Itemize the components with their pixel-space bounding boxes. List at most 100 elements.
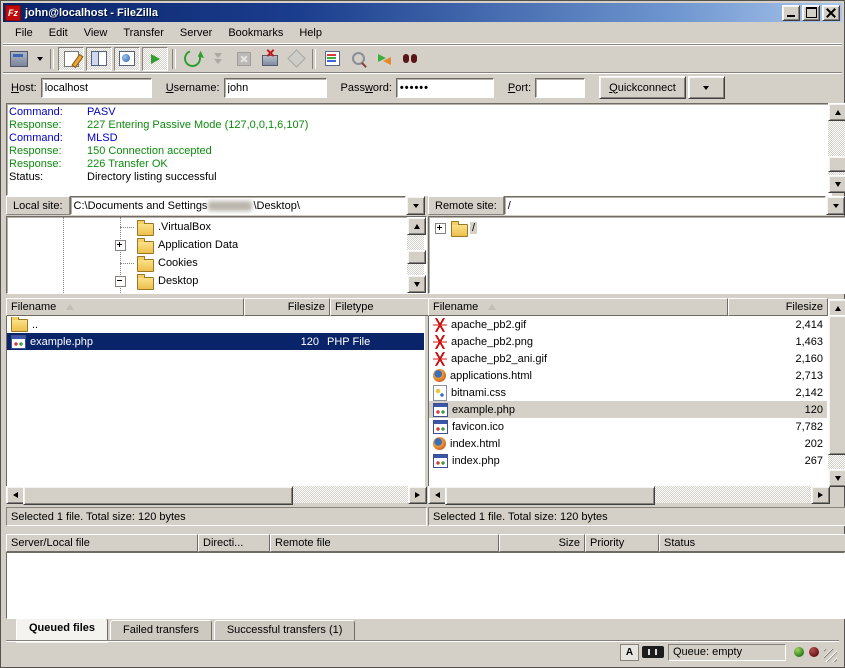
tab-queued-files[interactable]: Queued files xyxy=(16,618,108,641)
quickconnect-dropdown-button[interactable] xyxy=(688,76,725,99)
sort-ascending-icon xyxy=(66,304,74,310)
toggle-transfer-queue-button[interactable] xyxy=(142,47,168,71)
file-row[interactable]: apache_pb2_ani.gif2,160 xyxy=(429,350,827,367)
expand-icon[interactable] xyxy=(115,240,126,251)
toggle-remote-tree-button[interactable] xyxy=(114,47,140,71)
file-row[interactable]: apache_pb2.png1,463 xyxy=(429,333,827,350)
file-row-example-php[interactable]: example.php 120 PHP File 1 xyxy=(7,333,424,350)
column-header-filename[interactable]: Filename xyxy=(428,298,728,316)
expand-icon[interactable] xyxy=(435,223,446,234)
folder-icon xyxy=(451,224,468,237)
scroll-down-button[interactable] xyxy=(407,275,426,293)
local-tree-scrollbar[interactable] xyxy=(407,217,424,291)
column-header-filesize[interactable]: Filesize xyxy=(244,298,330,316)
tree-item-virtualbox[interactable]: .VirtualBox xyxy=(7,218,408,236)
scroll-down-button[interactable] xyxy=(828,469,845,487)
username-input[interactable] xyxy=(224,78,327,98)
password-input[interactable] xyxy=(396,78,494,98)
tab-failed-transfers[interactable]: Failed transfers xyxy=(110,620,212,641)
find-files-button[interactable] xyxy=(398,48,422,70)
directory-comparison-button[interactable] xyxy=(346,48,370,70)
column-header-filetype[interactable]: Filetype xyxy=(330,298,444,316)
toggle-local-tree-button[interactable] xyxy=(86,47,112,71)
scroll-up-button[interactable] xyxy=(407,217,426,235)
local-site-combo[interactable]: C:\Documents and Settings\Desktop\ xyxy=(70,196,406,215)
port-input[interactable] xyxy=(535,78,585,98)
scrollbar-thumb[interactable] xyxy=(407,250,426,264)
toggle-message-log-button[interactable] xyxy=(58,47,84,71)
log-entry: Command:PASV xyxy=(9,106,831,119)
refresh-button[interactable] xyxy=(180,48,204,70)
folder-icon xyxy=(137,277,154,290)
redacted-username xyxy=(208,201,252,211)
scrollbar-thumb[interactable] xyxy=(828,315,845,455)
remote-list-scrollbar[interactable] xyxy=(828,299,845,486)
local-list-hscrollbar[interactable] xyxy=(6,486,425,503)
minimize-button[interactable] xyxy=(782,5,800,21)
column-header-server-local-file[interactable]: Server/Local file xyxy=(6,534,198,552)
tree-item-application-data[interactable]: Application Data xyxy=(7,236,408,254)
column-header-size[interactable]: Size xyxy=(499,534,585,552)
maximize-button[interactable] xyxy=(802,5,820,21)
directory-filters-button[interactable] xyxy=(320,48,344,70)
disconnect-button[interactable] xyxy=(258,48,282,70)
log-entry: Response:227 Entering Passive Mode (127,… xyxy=(9,119,831,132)
scroll-right-button[interactable] xyxy=(811,486,830,504)
remote-site-combo[interactable]: / xyxy=(504,196,826,215)
cancel-operation-button[interactable] xyxy=(232,48,256,70)
quickconnect-bar: Host: Username: Password: Port: Quickcon… xyxy=(3,72,842,102)
file-row[interactable]: index.html202 xyxy=(429,435,827,452)
column-header-status[interactable]: Status xyxy=(659,534,845,552)
scrollbar-thumb[interactable] xyxy=(23,486,293,505)
remote-site-dropdown[interactable] xyxy=(826,196,845,215)
file-row[interactable]: favicon.ico7,782 xyxy=(429,418,827,435)
tree-item-root[interactable]: / xyxy=(429,219,828,237)
close-button[interactable] xyxy=(822,5,840,21)
file-row[interactable]: applications.html2,713 xyxy=(429,367,827,384)
scroll-right-button[interactable] xyxy=(408,486,427,504)
reconnect-button[interactable] xyxy=(284,48,308,70)
file-row-selected[interactable]: example.php120 xyxy=(429,401,827,418)
menu-bookmarks[interactable]: Bookmarks xyxy=(220,24,291,42)
data-type-indicator-icon[interactable]: A xyxy=(620,644,639,661)
remote-file-list: apache_pb2.gif2,414 apache_pb2.png1,463 … xyxy=(428,316,828,487)
file-row[interactable]: index.php267 xyxy=(429,452,827,469)
menu-edit[interactable]: Edit xyxy=(41,24,76,42)
maximize-icon xyxy=(806,7,817,18)
menu-transfer[interactable]: Transfer xyxy=(115,24,172,42)
tab-successful-transfers[interactable]: Successful transfers (1) xyxy=(214,620,356,641)
menu-help[interactable]: Help xyxy=(291,24,330,42)
window-title: john@localhost - FileZilla xyxy=(25,7,780,19)
remote-list-hscrollbar[interactable] xyxy=(428,486,828,503)
file-row-parent-dir[interactable]: .. xyxy=(7,316,424,333)
column-header-filesize[interactable]: Filesize xyxy=(728,298,828,316)
menu-file[interactable]: File xyxy=(7,24,41,42)
column-header-direction[interactable]: Directi... xyxy=(198,534,270,552)
scrollbar-thumb[interactable] xyxy=(828,156,845,172)
collapse-icon[interactable] xyxy=(115,276,126,287)
tree-item-desktop[interactable]: Desktop xyxy=(7,272,408,290)
resize-grip[interactable] xyxy=(824,649,837,662)
synchronized-browsing-button[interactable] xyxy=(372,48,396,70)
column-header-filename[interactable]: Filename xyxy=(6,298,244,316)
scroll-up-button[interactable] xyxy=(828,103,845,121)
log-scrollbar[interactable] xyxy=(828,103,845,192)
scrollbar-thumb[interactable] xyxy=(445,486,655,505)
quickconnect-button[interactable]: Quickconnect xyxy=(599,76,686,99)
menu-view[interactable]: View xyxy=(76,24,116,42)
host-input[interactable] xyxy=(41,78,152,98)
column-header-remote-file[interactable]: Remote file xyxy=(270,534,499,552)
menu-server[interactable]: Server xyxy=(172,24,220,42)
column-header-priority[interactable]: Priority xyxy=(585,534,659,552)
transfer-queue-list[interactable] xyxy=(6,552,845,619)
file-row[interactable]: apache_pb2.gif2,414 xyxy=(429,316,827,333)
process-queue-button[interactable] xyxy=(206,48,230,70)
site-manager-button[interactable] xyxy=(7,48,31,70)
site-manager-dropdown-button[interactable] xyxy=(33,48,46,70)
speed-limit-icon[interactable] xyxy=(642,646,664,658)
scroll-down-button[interactable] xyxy=(828,175,845,193)
local-site-dropdown[interactable] xyxy=(406,196,425,215)
tree-item-cookies[interactable]: Cookies xyxy=(7,254,408,272)
file-row[interactable]: bitnami.css2,142 xyxy=(429,384,827,401)
apache-file-icon xyxy=(433,352,447,366)
